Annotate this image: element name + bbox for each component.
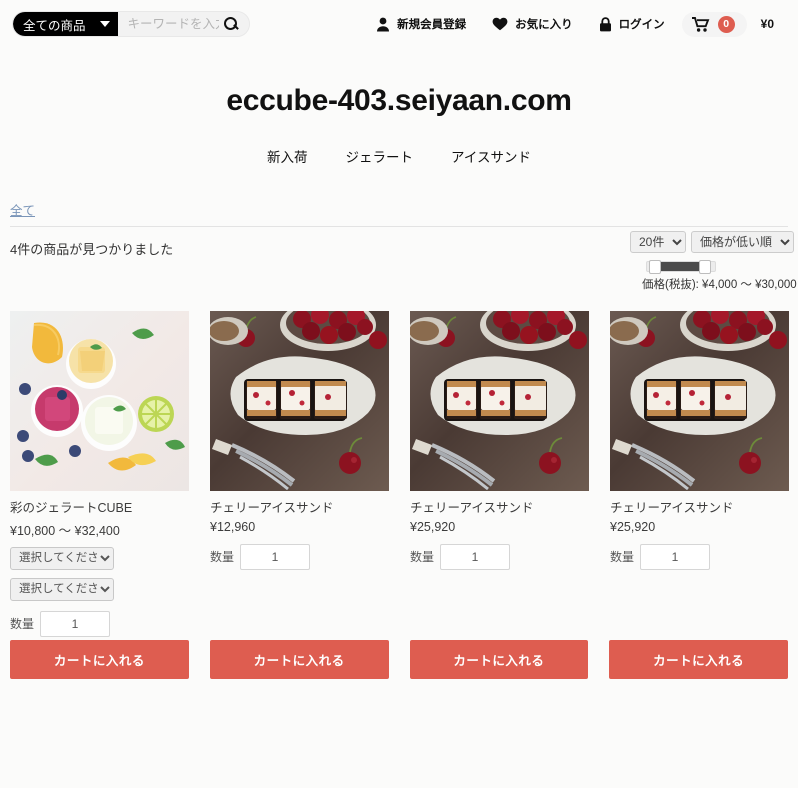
per-page-select[interactable]: 20件	[630, 231, 686, 253]
search-icon[interactable]	[223, 16, 239, 32]
nav-item-ice-sandwich[interactable]: アイスサンド	[451, 146, 531, 166]
listing-controls: 20件 価格が低い順 価格(税抜): ¥4,000 〜 ¥30,000	[630, 231, 797, 292]
search-field-wrap	[117, 12, 249, 36]
quantity-row: 数量	[210, 543, 389, 570]
site-title: eccube-403.seiyaan.com	[226, 84, 572, 117]
add-to-cart-button[interactable]: カートに入れる	[209, 640, 389, 679]
product-card: 彩のジェラートCUBE ¥10,800 〜 ¥32,400 選択してください 選…	[10, 311, 189, 637]
login-label: ログイン	[618, 19, 665, 31]
cart-button[interactable]: 0	[681, 11, 747, 37]
quantity-row: 数量	[410, 543, 589, 570]
search-input[interactable]	[125, 16, 221, 32]
register-label: 新規会員登録	[397, 19, 467, 31]
breadcrumb-item-all[interactable]: 全て	[10, 204, 35, 218]
price-range-slider[interactable]	[646, 260, 716, 274]
search-category-label: 全ての商品	[23, 18, 86, 33]
price-range-fill	[661, 262, 701, 271]
search-category-dropdown[interactable]: 全ての商品	[13, 12, 118, 36]
product-price: ¥10,800 〜 ¥32,400	[10, 523, 120, 538]
cart-count-badge: 0	[717, 15, 735, 33]
product-image-gelato[interactable]	[10, 311, 189, 491]
cart-icon	[691, 16, 710, 32]
price-range-filter: 価格(税抜): ¥4,000 〜 ¥30,000	[642, 260, 797, 292]
quantity-label: 数量	[10, 617, 35, 632]
product-image-cherry-sandwich[interactable]	[410, 311, 589, 491]
quantity-input[interactable]	[440, 543, 511, 570]
quantity-label: 数量	[210, 550, 235, 565]
nav-item-new-arrivals[interactable]: 新入荷	[267, 146, 308, 166]
lock-icon	[599, 16, 612, 32]
product-card: チェリーアイスサンド ¥25,920 数量	[410, 311, 589, 637]
quantity-label: 数量	[410, 550, 435, 565]
add-to-cart-row: カートに入れる カートに入れる カートに入れる カートに入れる	[0, 640, 798, 679]
product-name[interactable]: チェリーアイスサンド	[210, 500, 389, 517]
product-option-select-1[interactable]: 選択してください	[10, 546, 114, 570]
add-to-cart-button[interactable]: カートに入れる	[609, 640, 788, 679]
product-price: ¥25,920	[610, 519, 656, 534]
product-image-cherry-sandwich[interactable]	[210, 311, 389, 491]
result-bar: 4件の商品が見つかりました 20件 価格が低い順 価格(税抜): ¥4,000 …	[0, 227, 798, 299]
user-icon	[376, 17, 390, 32]
price-range-handle-min[interactable]	[649, 260, 661, 274]
favorites-link[interactable]: お気に入り	[479, 16, 586, 32]
main-navigation: 新入荷 ジェラート アイスサンド	[0, 146, 798, 166]
product-name[interactable]: チェリーアイスサンド	[610, 500, 789, 517]
chevron-down-icon	[99, 21, 110, 27]
product-price: ¥25,920	[410, 519, 456, 534]
product-name[interactable]: 彩のジェラートCUBE	[10, 500, 189, 517]
add-to-cart-button[interactable]: カートに入れる	[409, 640, 589, 679]
quantity-row: 数量	[10, 610, 189, 637]
product-price: ¥12,960	[210, 519, 256, 534]
product-option-select-2[interactable]: 選択してください	[10, 577, 114, 601]
header-nav: 新規会員登録 お気に入り ログイン 0 ¥0	[363, 11, 788, 37]
nav-item-gelato[interactable]: ジェラート	[346, 146, 414, 166]
site-header: 全ての商品 新規会員登録 お気に入り	[0, 0, 798, 48]
page-root: 全ての商品 新規会員登録 お気に入り	[0, 0, 798, 788]
listing-selects: 20件 価格が低い順	[630, 231, 794, 253]
login-link[interactable]: ログイン	[586, 16, 678, 32]
price-range-handle-max[interactable]	[699, 260, 711, 274]
quantity-row: 数量	[610, 543, 789, 570]
product-name[interactable]: チェリーアイスサンド	[410, 500, 589, 517]
quantity-label: 数量	[610, 550, 635, 565]
price-range-label: 価格(税抜): ¥4,000 〜 ¥30,000	[642, 279, 797, 291]
add-to-cart-button[interactable]: カートに入れる	[10, 640, 189, 679]
product-grid: 彩のジェラートCUBE ¥10,800 〜 ¥32,400 選択してください 選…	[0, 299, 798, 637]
heart-icon	[492, 17, 508, 31]
product-card: チェリーアイスサンド ¥25,920 数量	[610, 311, 789, 637]
search-box: 全ての商品	[12, 11, 250, 37]
quantity-input[interactable]	[40, 610, 111, 637]
favorites-label: お気に入り	[515, 19, 573, 31]
sort-select[interactable]: 価格が低い順	[691, 231, 794, 253]
product-image-cherry-sandwich[interactable]	[610, 311, 789, 491]
breadcrumb: 全て	[0, 200, 798, 219]
quantity-input[interactable]	[640, 543, 711, 570]
register-link[interactable]: 新規会員登録	[363, 16, 479, 32]
product-card: チェリーアイスサンド ¥12,960 数量	[210, 311, 389, 637]
cart-total[interactable]: ¥0	[747, 17, 774, 31]
quantity-input[interactable]	[240, 543, 311, 570]
